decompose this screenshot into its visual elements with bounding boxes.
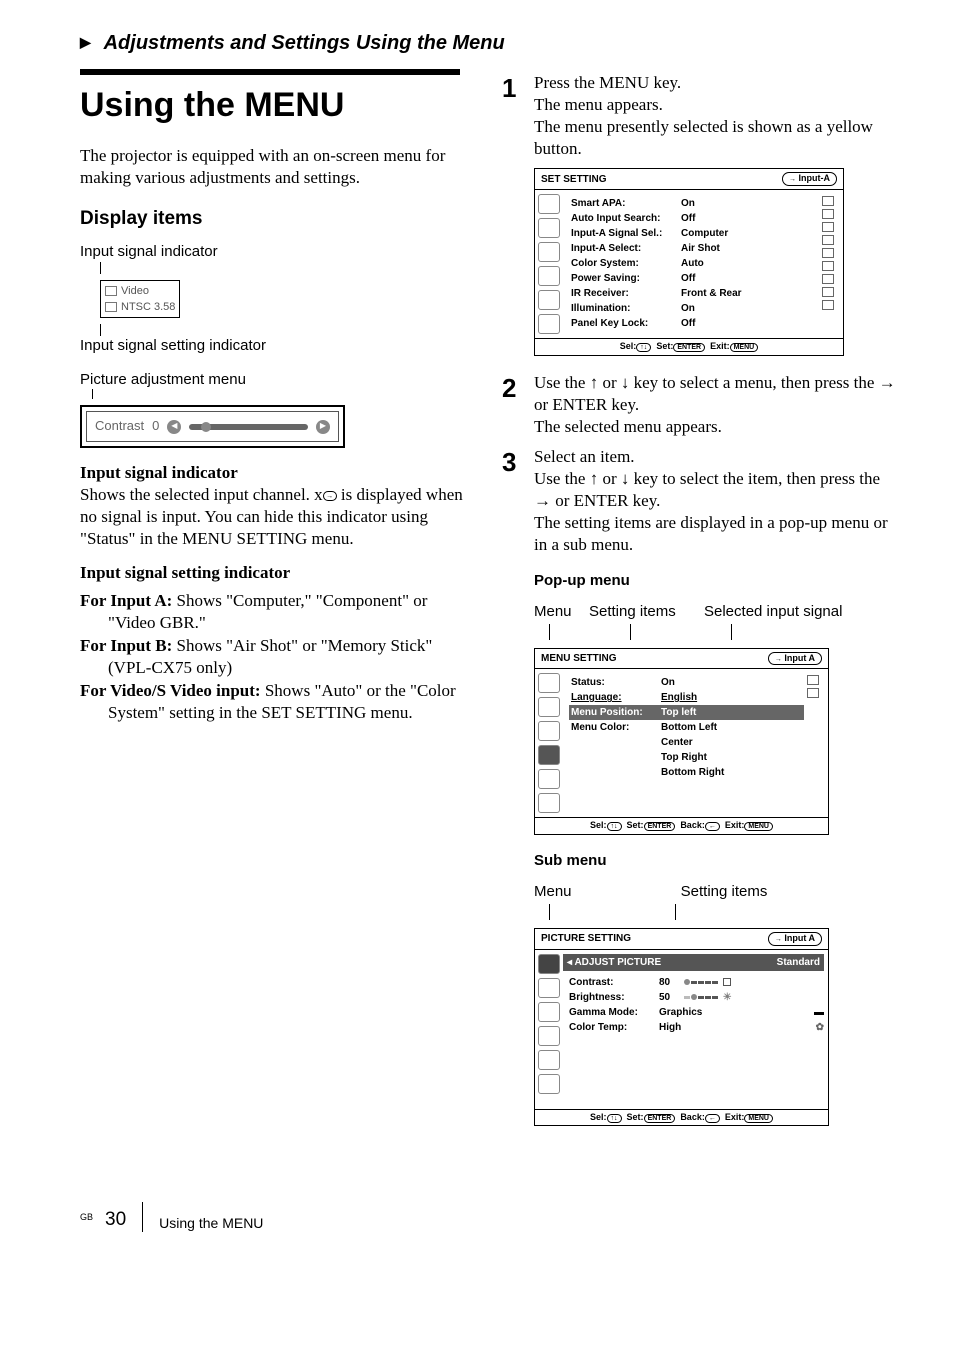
step-2: 2 Use the ↑ or ↓ key to select a menu, t… xyxy=(502,372,899,438)
step-3: 3 Select an item. Use the ↑ or ↓ key to … xyxy=(502,446,899,1134)
step-1-line1: Press the MENU key. xyxy=(534,72,899,94)
step-1-line2: The menu appears. xyxy=(534,94,899,116)
slider-right-icon: ▶ xyxy=(316,420,330,434)
up-arrow-icon: ↑ xyxy=(590,373,599,392)
iss-heading: Input signal setting indicator xyxy=(80,563,290,582)
display-items-heading: Display items xyxy=(80,207,477,232)
adjustment-box: Contrast 0 ◀ ▶ xyxy=(80,405,345,448)
right-arrow-icon: → xyxy=(534,491,551,510)
page-footer: GB 30 Using the MENU xyxy=(80,1202,899,1232)
indicator-line1: Video xyxy=(121,284,149,298)
up-arrow-icon: ↑ xyxy=(590,469,599,488)
set-setting-osd: SET SETTING → Input-A Smart APA:On Auto … xyxy=(534,168,844,355)
indicator-line2: NTSC 3.58 xyxy=(121,300,175,314)
osd-title: PICTURE SETTING xyxy=(541,932,631,945)
osd-title: SET SETTING xyxy=(541,173,607,186)
osd-input: Input-A xyxy=(799,173,831,183)
iss-input-b: For Input B: Shows "Air Shot" or "Memory… xyxy=(80,635,477,679)
menu-setting-osd: MENU SETTING → Input A Status:On Languag… xyxy=(534,648,829,835)
setting-items-callout-label: Setting items xyxy=(589,602,704,622)
sub-menu-label: Sub menu xyxy=(534,851,899,871)
isi-body1: Shows the selected input channel. x xyxy=(80,485,323,504)
step-3-line1: Select an item. xyxy=(534,446,899,468)
step-1-number: 1 xyxy=(502,72,524,364)
menu-callout-label-2: Menu xyxy=(534,882,589,902)
contrast-value: 0 xyxy=(152,418,159,435)
isi-heading: Input signal indicator xyxy=(80,463,238,482)
footer-page-number: 30 xyxy=(105,1208,126,1233)
step-2-number: 2 xyxy=(502,372,524,438)
step-2-line2: The selected menu appears. xyxy=(534,416,899,438)
right-arrow-icon: → xyxy=(879,373,896,392)
step-3-line2: Use the ↑ or ↓ key to select the item, t… xyxy=(534,468,899,512)
contrast-label: Contrast xyxy=(95,418,144,435)
left-column: Using the MENU The projector is equipped… xyxy=(80,64,477,1142)
osd-footer: Sel:↑↓ Set:ENTER Exit:MENU xyxy=(535,338,843,355)
popup-labels-row: Menu Setting items Selected input signal xyxy=(534,602,899,622)
input-signal-indicator-label: Input signal indicator xyxy=(80,242,477,262)
step-3-number: 3 xyxy=(502,446,524,1134)
iss-input-a: For Input A: Shows "Computer," "Componen… xyxy=(80,590,477,634)
osd-rows: Smart APA:On Auto Input Search:Off Input… xyxy=(571,196,819,332)
selected-input-signal-label: Selected input signal xyxy=(704,602,899,622)
picture-adjustment-menu-label: Picture adjustment menu xyxy=(80,370,477,390)
intro-text: The projector is equipped with an on-scr… xyxy=(80,145,477,189)
popup-menu-label: Pop-up menu xyxy=(534,571,899,591)
breadcrumb-text: Adjustments and Settings Using the Menu xyxy=(104,32,505,54)
step-1-line3: The menu presently selected is shown as … xyxy=(534,116,899,160)
setting-items-callout-label-2: Setting items xyxy=(589,882,859,902)
submenu-labels-row: Menu Setting items xyxy=(534,882,899,902)
osd-right-icons xyxy=(819,196,837,332)
signal-icon xyxy=(105,302,117,312)
slider-track xyxy=(189,424,308,430)
iss-video: For Video/S Video input: Shows "Auto" or… xyxy=(80,680,477,724)
osd-menu-icons xyxy=(535,190,563,338)
breadcrumb-section: ▶ Adjustments and Settings Using the Men… xyxy=(80,30,899,56)
picture-setting-osd: PICTURE SETTING → Input A ◂ ADJUST PICTU… xyxy=(534,928,829,1126)
footer-caption: Using the MENU xyxy=(159,1214,263,1232)
no-signal-icon: → xyxy=(323,491,337,501)
page-title: Using the MENU xyxy=(80,83,477,127)
step-3-line3: The setting items are displayed in a pop… xyxy=(534,512,899,556)
menu-callout-label: Menu xyxy=(534,602,589,622)
input-signal-setting-indicator-label: Input signal setting indicator xyxy=(80,336,477,356)
osd-input: Input A xyxy=(784,653,815,663)
indicator-box: Video NTSC 3.58 xyxy=(100,280,180,319)
step-2-line1: Use the ↑ or ↓ key to select a menu, the… xyxy=(534,372,899,416)
footer-gb: GB xyxy=(80,1212,93,1224)
osd-input: Input A xyxy=(784,933,815,943)
osd-title: MENU SETTING xyxy=(541,652,617,665)
breadcrumb-arrow-icon: ▶ xyxy=(80,34,91,50)
step-1: 1 Press the MENU key. The menu appears. … xyxy=(502,72,899,364)
input-icon xyxy=(105,286,117,296)
slider-left-icon: ◀ xyxy=(167,420,181,434)
title-rule xyxy=(80,69,460,75)
right-column: 1 Press the MENU key. The menu appears. … xyxy=(502,64,899,1142)
